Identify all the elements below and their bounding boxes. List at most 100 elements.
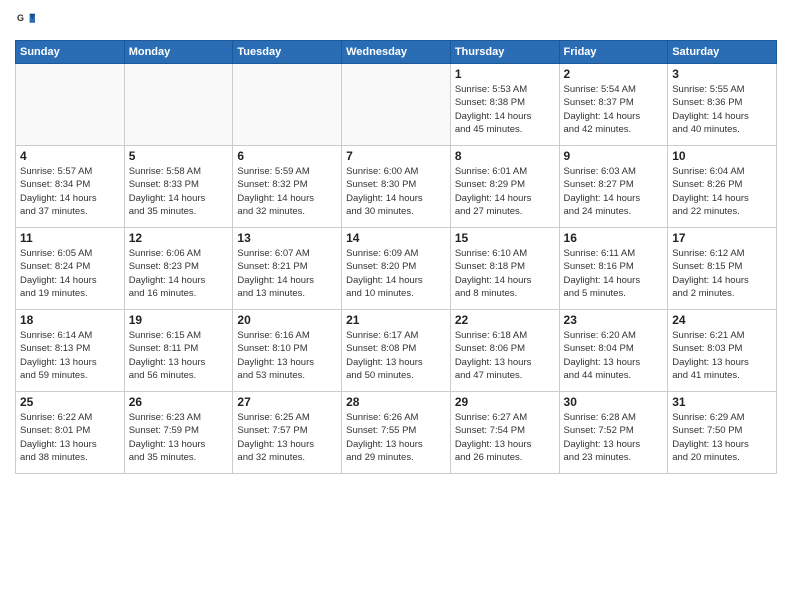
calendar-cell: 3 Sunrise: 5:55 AM Sunset: 8:36 PM Daylig… xyxy=(668,64,777,146)
calendar-cell: 5 Sunrise: 5:58 AM Sunset: 8:33 PM Daylig… xyxy=(124,146,233,228)
calendar-cell: 20 Sunrise: 6:16 AM Sunset: 8:10 PM Dayli… xyxy=(233,310,342,392)
day-number: 8 xyxy=(455,149,555,163)
day-number: 13 xyxy=(237,231,337,245)
day-info: Sunrise: 6:22 AM Sunset: 8:01 PM Dayligh… xyxy=(20,411,120,464)
calendar-cell: 31 Sunrise: 6:29 AM Sunset: 7:50 PM Dayli… xyxy=(668,392,777,474)
calendar-cell: 22Sunrise: 6:18 AM Sunset: 8:06 PM Dayli… xyxy=(450,310,559,392)
calendar-week-row: 4Sunrise: 5:57 AM Sunset: 8:34 PM Daylig… xyxy=(16,146,777,228)
weekday-header: Wednesday xyxy=(342,41,451,64)
calendar-week-row: 11 Sunrise: 6:05 AM Sunset: 8:24 PM Dayli… xyxy=(16,228,777,310)
day-number: 11 xyxy=(20,231,120,245)
calendar-cell: 4Sunrise: 5:57 AM Sunset: 8:34 PM Daylig… xyxy=(16,146,125,228)
day-info: Sunrise: 6:12 AM Sunset: 8:15 PM Dayligh… xyxy=(672,247,772,300)
day-info: Sunrise: 6:17 AM Sunset: 8:08 PM Dayligh… xyxy=(346,329,446,382)
calendar-cell xyxy=(342,64,451,146)
day-number: 14 xyxy=(346,231,446,245)
day-info: Sunrise: 6:26 AM Sunset: 7:55 PM Dayligh… xyxy=(346,411,446,464)
day-info: Sunrise: 6:05 AM Sunset: 8:24 PM Dayligh… xyxy=(20,247,120,300)
day-number: 30 xyxy=(564,395,664,409)
day-number: 18 xyxy=(20,313,120,327)
calendar-week-row: 25 Sunrise: 6:22 AM Sunset: 8:01 PM Dayli… xyxy=(16,392,777,474)
calendar-table: SundayMondayTuesdayWednesdayThursdayFrid… xyxy=(15,40,777,474)
day-info: Sunrise: 6:29 AM Sunset: 7:50 PM Dayligh… xyxy=(672,411,772,464)
calendar-cell: 29 Sunrise: 6:27 AM Sunset: 7:54 PM Dayli… xyxy=(450,392,559,474)
day-info: Sunrise: 6:07 AM Sunset: 8:21 PM Dayligh… xyxy=(237,247,337,300)
day-number: 27 xyxy=(237,395,337,409)
day-number: 21 xyxy=(346,313,446,327)
logo: G xyxy=(15,10,35,32)
calendar-cell: 17Sunrise: 6:12 AM Sunset: 8:15 PM Dayli… xyxy=(668,228,777,310)
day-number: 25 xyxy=(20,395,120,409)
calendar-cell: 11 Sunrise: 6:05 AM Sunset: 8:24 PM Dayli… xyxy=(16,228,125,310)
day-info: Sunrise: 6:27 AM Sunset: 7:54 PM Dayligh… xyxy=(455,411,555,464)
day-info: Sunrise: 6:03 AM Sunset: 8:27 PM Dayligh… xyxy=(564,165,664,218)
weekday-header: Sunday xyxy=(16,41,125,64)
logo-icon: G xyxy=(17,10,35,32)
calendar-cell xyxy=(233,64,342,146)
day-number: 28 xyxy=(346,395,446,409)
day-info: Sunrise: 6:09 AM Sunset: 8:20 PM Dayligh… xyxy=(346,247,446,300)
day-number: 3 xyxy=(672,67,772,81)
calendar-cell: 23 Sunrise: 6:20 AM Sunset: 8:04 PM Dayli… xyxy=(559,310,668,392)
page-header: G xyxy=(15,10,777,32)
day-info: Sunrise: 6:18 AM Sunset: 8:06 PM Dayligh… xyxy=(455,329,555,382)
day-number: 10 xyxy=(672,149,772,163)
calendar-cell: 13 Sunrise: 6:07 AM Sunset: 8:21 PM Dayli… xyxy=(233,228,342,310)
day-number: 29 xyxy=(455,395,555,409)
calendar-cell: 7 Sunrise: 6:00 AM Sunset: 8:30 PM Daylig… xyxy=(342,146,451,228)
calendar-cell xyxy=(16,64,125,146)
calendar-cell: 18Sunrise: 6:14 AM Sunset: 8:13 PM Dayli… xyxy=(16,310,125,392)
calendar-cell: 2Sunrise: 5:54 AM Sunset: 8:37 PM Daylig… xyxy=(559,64,668,146)
day-info: Sunrise: 6:11 AM Sunset: 8:16 PM Dayligh… xyxy=(564,247,664,300)
day-number: 2 xyxy=(564,67,664,81)
calendar-week-row: 18Sunrise: 6:14 AM Sunset: 8:13 PM Dayli… xyxy=(16,310,777,392)
day-number: 5 xyxy=(129,149,229,163)
calendar-cell: 10 Sunrise: 6:04 AM Sunset: 8:26 PM Dayli… xyxy=(668,146,777,228)
weekday-header: Monday xyxy=(124,41,233,64)
day-number: 12 xyxy=(129,231,229,245)
weekday-header: Friday xyxy=(559,41,668,64)
day-number: 31 xyxy=(672,395,772,409)
calendar-week-row: 1 Sunrise: 5:53 AM Sunset: 8:38 PM Daylig… xyxy=(16,64,777,146)
calendar-cell: 8 Sunrise: 6:01 AM Sunset: 8:29 PM Daylig… xyxy=(450,146,559,228)
day-info: Sunrise: 5:55 AM Sunset: 8:36 PM Dayligh… xyxy=(672,83,772,136)
day-info: Sunrise: 6:15 AM Sunset: 8:11 PM Dayligh… xyxy=(129,329,229,382)
day-info: Sunrise: 5:53 AM Sunset: 8:38 PM Dayligh… xyxy=(455,83,555,136)
calendar-cell: 27Sunrise: 6:25 AM Sunset: 7:57 PM Dayli… xyxy=(233,392,342,474)
day-number: 16 xyxy=(564,231,664,245)
day-info: Sunrise: 6:20 AM Sunset: 8:04 PM Dayligh… xyxy=(564,329,664,382)
day-number: 23 xyxy=(564,313,664,327)
weekday-header: Tuesday xyxy=(233,41,342,64)
day-number: 24 xyxy=(672,313,772,327)
calendar-cell: 21 Sunrise: 6:17 AM Sunset: 8:08 PM Dayli… xyxy=(342,310,451,392)
calendar-cell: 6Sunrise: 5:59 AM Sunset: 8:32 PM Daylig… xyxy=(233,146,342,228)
day-number: 1 xyxy=(455,67,555,81)
day-info: Sunrise: 6:28 AM Sunset: 7:52 PM Dayligh… xyxy=(564,411,664,464)
weekday-header: Saturday xyxy=(668,41,777,64)
calendar-cell: 12 Sunrise: 6:06 AM Sunset: 8:23 PM Dayli… xyxy=(124,228,233,310)
day-info: Sunrise: 6:10 AM Sunset: 8:18 PM Dayligh… xyxy=(455,247,555,300)
day-number: 7 xyxy=(346,149,446,163)
calendar-cell: 28 Sunrise: 6:26 AM Sunset: 7:55 PM Dayli… xyxy=(342,392,451,474)
day-info: Sunrise: 6:01 AM Sunset: 8:29 PM Dayligh… xyxy=(455,165,555,218)
weekday-header: Thursday xyxy=(450,41,559,64)
day-info: Sunrise: 6:16 AM Sunset: 8:10 PM Dayligh… xyxy=(237,329,337,382)
calendar-cell: 1 Sunrise: 5:53 AM Sunset: 8:38 PM Daylig… xyxy=(450,64,559,146)
day-number: 4 xyxy=(20,149,120,163)
calendar-cell: 19 Sunrise: 6:15 AM Sunset: 8:11 PM Dayli… xyxy=(124,310,233,392)
calendar-cell: 24Sunrise: 6:21 AM Sunset: 8:03 PM Dayli… xyxy=(668,310,777,392)
day-info: Sunrise: 6:06 AM Sunset: 8:23 PM Dayligh… xyxy=(129,247,229,300)
calendar-cell: 26 Sunrise: 6:23 AM Sunset: 7:59 PM Dayli… xyxy=(124,392,233,474)
day-info: Sunrise: 6:04 AM Sunset: 8:26 PM Dayligh… xyxy=(672,165,772,218)
calendar-cell: 14 Sunrise: 6:09 AM Sunset: 8:20 PM Dayli… xyxy=(342,228,451,310)
day-number: 6 xyxy=(237,149,337,163)
day-number: 20 xyxy=(237,313,337,327)
calendar-cell: 30 Sunrise: 6:28 AM Sunset: 7:52 PM Dayli… xyxy=(559,392,668,474)
day-number: 15 xyxy=(455,231,555,245)
day-number: 19 xyxy=(129,313,229,327)
day-info: Sunrise: 6:23 AM Sunset: 7:59 PM Dayligh… xyxy=(129,411,229,464)
day-info: Sunrise: 5:58 AM Sunset: 8:33 PM Dayligh… xyxy=(129,165,229,218)
day-number: 26 xyxy=(129,395,229,409)
day-info: Sunrise: 6:00 AM Sunset: 8:30 PM Dayligh… xyxy=(346,165,446,218)
calendar-cell: 16 Sunrise: 6:11 AM Sunset: 8:16 PM Dayli… xyxy=(559,228,668,310)
